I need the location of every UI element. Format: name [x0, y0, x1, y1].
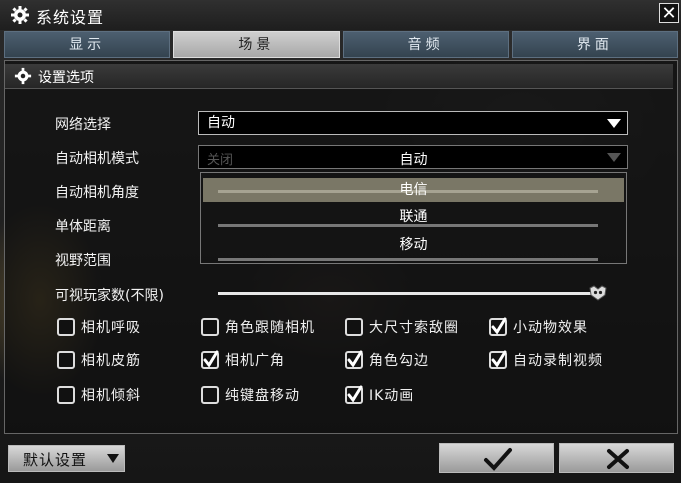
view-range-label: 视野范围	[55, 253, 111, 269]
checkbox-5[interactable]	[57, 351, 75, 369]
checkbox-9[interactable]	[57, 386, 75, 404]
checkmark-icon	[347, 385, 363, 403]
checkbox-10[interactable]	[201, 386, 219, 404]
checkbox-label: 小动物效果	[513, 320, 588, 336]
checkbox-label: 相机倾斜	[81, 388, 141, 404]
checkmark-icon	[203, 350, 219, 368]
checkbox-label: 角色跟随相机	[225, 320, 315, 336]
tab-audio[interactable]: 音频	[342, 31, 509, 58]
checkbox-label: 大尺寸索敌圈	[369, 320, 459, 336]
window-title: 系统设置	[36, 8, 105, 27]
default-settings-label: 默认设置	[23, 451, 88, 469]
network-select-value: 自动	[207, 115, 235, 131]
checkbox-label: 相机皮筋	[81, 353, 141, 369]
chevron-down-icon	[107, 454, 119, 463]
tab-display[interactable]: 显示	[4, 31, 171, 58]
dropdown-option-auto[interactable]: 自动	[200, 148, 627, 172]
visible-players-slider[interactable]	[218, 292, 592, 295]
checkbox-6[interactable]	[201, 350, 219, 369]
dropdown-option-mobile[interactable]: 移动	[200, 233, 627, 257]
checkbox-3[interactable]	[345, 318, 363, 336]
checkbox-label: 自动录制视频	[513, 353, 603, 369]
checkbox-4[interactable]	[489, 317, 507, 336]
gear-icon	[14, 67, 32, 85]
dropdown-option-telecom[interactable]: 电信	[203, 178, 624, 202]
slider-knob-icon[interactable]	[589, 285, 607, 301]
checkbox-2[interactable]	[201, 318, 219, 336]
tab-interface[interactable]: 界面	[511, 31, 678, 58]
check-icon	[484, 448, 512, 471]
cancel-button[interactable]	[559, 443, 674, 473]
cancel-icon	[607, 449, 629, 469]
checkmark-icon	[491, 317, 507, 335]
visible-players-label: 可视玩家数(不限)	[55, 288, 164, 304]
checkbox-8[interactable]	[489, 350, 507, 369]
checkmark-icon	[347, 350, 363, 368]
checkbox-label: 相机广角	[225, 353, 285, 369]
gear-icon	[11, 6, 29, 24]
network-label: 网络选择	[55, 117, 111, 133]
checkbox-7[interactable]	[345, 350, 363, 369]
checkbox-1[interactable]	[57, 318, 75, 336]
section-title: 设置选项	[38, 70, 94, 86]
checkbox-label: 角色勾边	[369, 353, 429, 369]
auto-camera-angle-label: 自动相机角度	[55, 185, 139, 201]
dropdown-option-unicom[interactable]: 联通	[200, 205, 627, 229]
close-button[interactable]: ✕	[659, 3, 679, 24]
view-range-slider[interactable]	[218, 258, 598, 261]
checkmark-icon	[491, 350, 507, 368]
default-settings-button[interactable]: 默认设置	[8, 445, 125, 472]
checkbox-label: 相机呼吸	[81, 320, 141, 336]
chevron-down-icon[interactable]	[607, 119, 621, 128]
network-select[interactable]: 自动	[198, 111, 628, 135]
auto-camera-mode-label: 自动相机模式	[55, 151, 139, 167]
body-distance-label: 单体距离	[55, 219, 111, 235]
confirm-button[interactable]	[439, 443, 554, 473]
tab-scene[interactable]: 场景	[173, 31, 340, 58]
checkbox-label: IK动画	[369, 388, 415, 404]
tab-bar: 显示 场景 音频 界面	[4, 31, 678, 58]
section-header	[5, 64, 673, 89]
checkbox-11[interactable]	[345, 385, 363, 404]
checkbox-label: 纯键盘移动	[225, 388, 300, 404]
